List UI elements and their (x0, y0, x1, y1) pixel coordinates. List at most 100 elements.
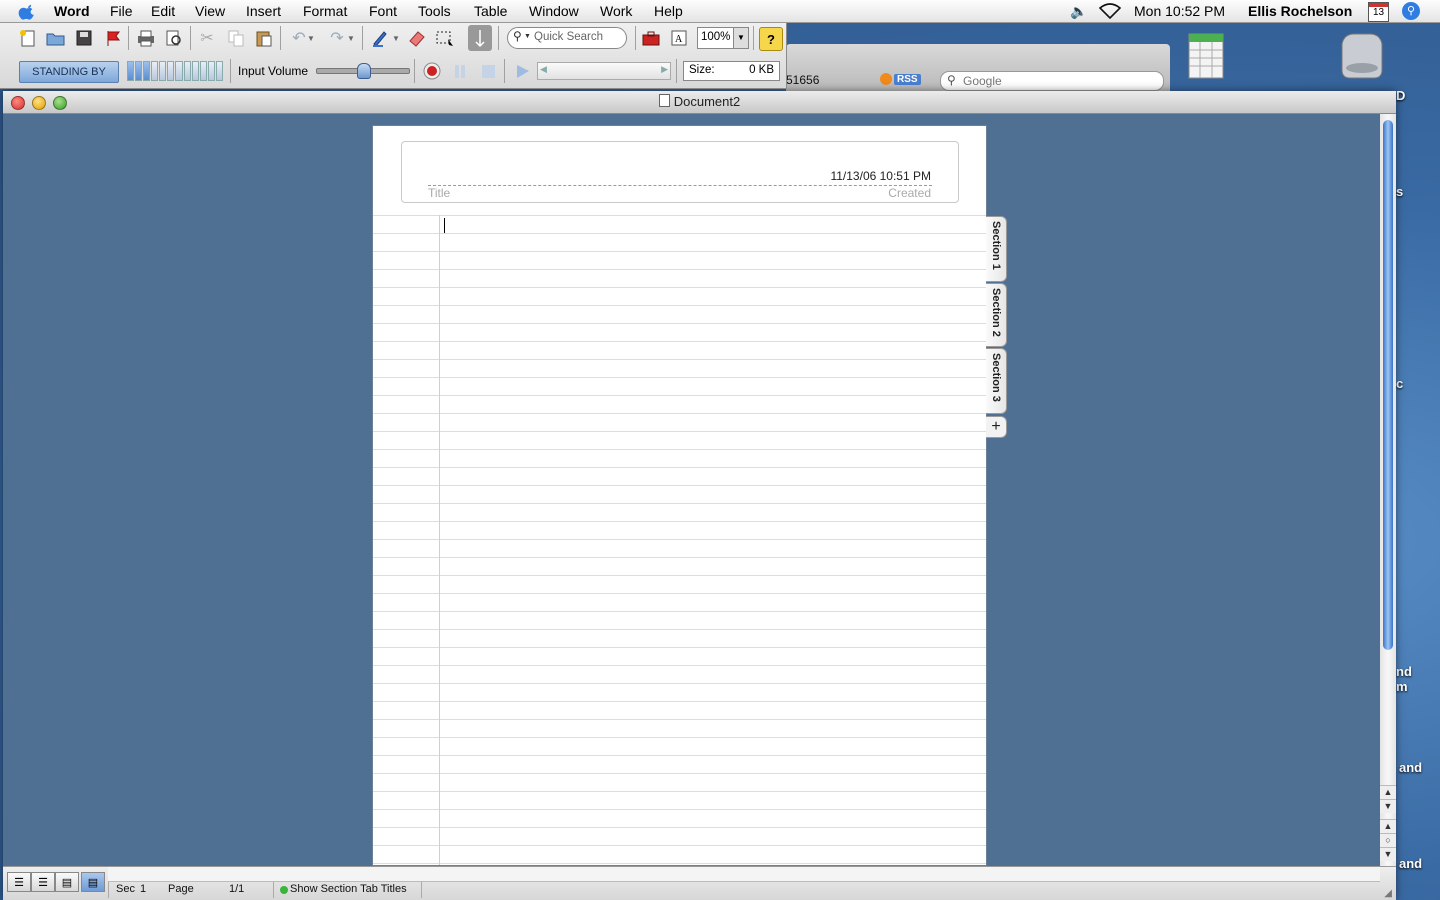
redo-dropdown-icon[interactable]: ▼ (346, 27, 356, 49)
print-icon[interactable] (135, 27, 157, 49)
eraser-icon[interactable] (406, 27, 428, 49)
toolbar-divider (504, 59, 505, 83)
volume-icon[interactable]: 🔈 (1070, 3, 1087, 20)
previous-page-icon[interactable]: ▲ (1380, 819, 1396, 833)
section-tab-3[interactable]: Section 3 (986, 348, 1007, 414)
highlighter-pen-icon[interactable] (369, 27, 391, 49)
menu-view[interactable]: View (195, 3, 225, 19)
record-button-icon[interactable] (421, 60, 443, 82)
toolbox-icon[interactable] (640, 27, 662, 49)
meter-segment (207, 61, 215, 81)
normal-view-button[interactable]: ☰ (7, 872, 31, 892)
rss-badge[interactable]: RSS (880, 73, 921, 85)
resize-grip-icon[interactable]: ◢ (1384, 888, 1392, 899)
toolbar-divider (676, 59, 677, 83)
spotlight-icon[interactable]: ⚲ (1402, 2, 1420, 20)
selection-tool-icon[interactable] (434, 27, 456, 49)
background-browser-window[interactable]: 51656 RSS ⚲ Google (786, 44, 1170, 92)
toolbar-divider (128, 26, 129, 50)
notebook-header[interactable]: 11/13/06 10:51 PM Title Created (401, 141, 959, 203)
section-tab-1[interactable]: Section 1 (986, 216, 1007, 282)
desktop-label-fragment: and (1399, 760, 1423, 775)
menu-font[interactable]: Font (369, 3, 397, 19)
apple-menu-icon[interactable] (18, 2, 38, 20)
menu-edit[interactable]: Edit (151, 3, 175, 19)
pause-button-icon[interactable] (449, 60, 471, 82)
standard-toolbar: ✂ ↶ ▼ ↷ ▼ ▼ ⚲ ▼ Quick Search A 100% ▼ ? … (0, 22, 787, 89)
volume-slider-thumb[interactable] (357, 63, 371, 79)
playback-position-slider[interactable]: ◀ ▶ (537, 62, 671, 80)
section-tab-2[interactable]: Section 2 (986, 283, 1007, 347)
input-volume-slider[interactable] (316, 63, 410, 79)
notebook-view-button[interactable]: ▤ (81, 872, 105, 892)
save-icon[interactable] (73, 27, 95, 49)
wifi-icon[interactable] (1099, 3, 1121, 19)
zoom-select[interactable]: 100% ▼ (697, 27, 749, 49)
meter-segment (183, 61, 191, 81)
menu-insert[interactable]: Insert (246, 3, 281, 19)
ruled-lines-area[interactable] (373, 215, 986, 865)
add-section-button[interactable]: + (986, 416, 1007, 438)
pen-dropdown-icon[interactable]: ▼ (391, 27, 401, 49)
magnifier-icon: ⚲ (947, 73, 956, 87)
toolbar-divider (635, 26, 636, 50)
scroll-up-arrow-icon[interactable]: ▲ (1380, 785, 1396, 799)
scroll-lock-icon[interactable] (468, 25, 492, 51)
spreadsheet-file-icon[interactable] (1186, 30, 1226, 80)
horizontal-scrollbar[interactable] (108, 867, 1380, 882)
vertical-scroll-thumb[interactable] (1383, 120, 1393, 650)
document-proxy-icon[interactable] (658, 94, 670, 107)
notebook-page[interactable]: 11/13/06 10:51 PM Title Created (372, 125, 987, 866)
status-divider (421, 882, 422, 898)
calendar-day: 13 (1372, 7, 1385, 18)
text-box-icon[interactable]: A (668, 27, 690, 49)
vertical-scrollbar[interactable] (1380, 114, 1396, 866)
stop-button-icon[interactable] (477, 60, 499, 82)
menu-format[interactable]: Format (303, 3, 347, 19)
page-layout-icon: ▤ (61, 876, 73, 889)
text-cursor (444, 218, 445, 233)
paste-icon[interactable] (253, 27, 275, 49)
new-document-icon[interactable] (17, 27, 39, 49)
calendar-icon[interactable]: 13 (1368, 2, 1389, 22)
window-title-bar[interactable]: Document2 (3, 91, 1396, 114)
browse-object-icon[interactable]: ○ (1380, 833, 1396, 847)
page-layout-view-button[interactable]: ▤ (55, 872, 79, 892)
section-tab-label: Section 2 (990, 288, 1002, 337)
redo-icon[interactable]: ↷ (326, 27, 348, 49)
play-button-icon[interactable] (511, 60, 533, 82)
quick-search-field[interactable]: ⚲ ▼ Quick Search (507, 27, 627, 49)
menu-help[interactable]: Help (654, 3, 683, 19)
open-folder-icon[interactable] (45, 27, 67, 49)
next-page-icon[interactable]: ▼ (1380, 847, 1396, 861)
meter-segment (143, 61, 151, 81)
flag-icon[interactable] (102, 27, 124, 49)
page-count: 1/1 (229, 883, 245, 895)
menu-window[interactable]: Window (529, 3, 579, 19)
status-green-dot-icon (280, 886, 288, 894)
menu-table[interactable]: Table (474, 3, 507, 19)
outline-view-button[interactable]: ☰ (31, 872, 55, 892)
created-date-value: 11/13/06 10:51 PM (830, 169, 931, 183)
menu-file[interactable]: File (110, 3, 133, 19)
show-section-tab-titles-toggle[interactable]: Show Section Tab Titles (290, 883, 407, 895)
copy-icon[interactable] (225, 27, 247, 49)
menu-work[interactable]: Work (600, 3, 632, 19)
document-window: Document2 11/13/06 10:51 PM Title Create… (3, 91, 1396, 900)
desktop-label-fragment: m (1396, 679, 1408, 694)
title-field-label[interactable]: Title (428, 186, 450, 200)
menu-user-name[interactable]: Ellis Rochelson (1248, 3, 1352, 19)
scroll-down-arrow-icon[interactable]: ▼ (1380, 799, 1396, 813)
print-preview-icon[interactable] (163, 27, 185, 49)
menu-clock[interactable]: Mon 10:52 PM (1134, 3, 1225, 19)
help-icon[interactable]: ? (759, 27, 783, 51)
cut-icon[interactable]: ✂ (196, 27, 218, 49)
menu-tools[interactable]: Tools (418, 3, 451, 19)
menu-app-word[interactable]: Word (54, 3, 90, 19)
magnifier-icon: ⚲ (513, 29, 522, 43)
undo-dropdown-icon[interactable]: ▼ (306, 27, 316, 49)
recording-status-button[interactable]: STANDING BY (19, 61, 119, 83)
outline-view-icon: ☰ (38, 876, 48, 889)
hard-drive-icon[interactable] (1336, 30, 1388, 82)
google-search-field[interactable]: ⚲ Google (940, 71, 1164, 91)
